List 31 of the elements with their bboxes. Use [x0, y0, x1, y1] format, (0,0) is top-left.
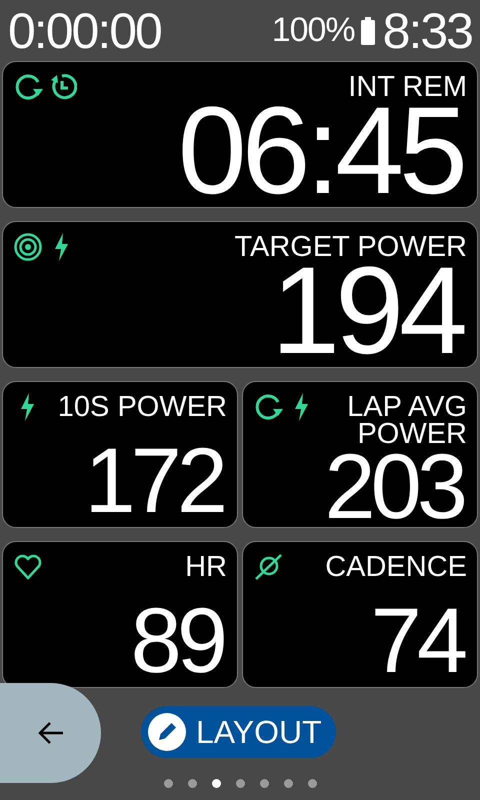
field-label: 10S POWER [58, 390, 227, 421]
lap-arrow-icon [253, 392, 283, 422]
page-dot[interactable] [260, 779, 268, 788]
elapsed-time: 0:00:00 [8, 2, 162, 60]
layout-button[interactable]: LAYOUT [141, 706, 336, 758]
field-value: 89 [130, 602, 224, 681]
field-value: 06:45 [178, 98, 463, 205]
back-button[interactable] [0, 683, 101, 783]
field-label: TARGET POWER [234, 230, 467, 261]
battery-percent: 100% [272, 11, 355, 50]
field-label: HR [185, 550, 227, 581]
field-label: CADENCE [325, 550, 467, 581]
page-dot[interactable] [236, 779, 244, 788]
field-value: 203 [324, 448, 464, 527]
pencil-icon [148, 713, 186, 751]
lap-arrow-icon [13, 72, 43, 102]
clock-time: 8:33 [382, 2, 472, 60]
page-dot[interactable] [308, 779, 316, 788]
page-dot[interactable] [164, 779, 172, 788]
field-value: 172 [84, 442, 224, 521]
page-dot[interactable] [188, 779, 196, 788]
battery-icon [360, 16, 375, 44]
crank-icon [253, 552, 283, 582]
field-value: 194 [271, 258, 464, 365]
field-value: 74 [370, 602, 464, 681]
field-label: INT REM [348, 70, 467, 101]
heart-icon [13, 552, 43, 582]
field-label: LAP AVG POWER [346, 390, 467, 448]
target-icon [13, 232, 43, 262]
page-dot[interactable] [284, 779, 292, 788]
page-dot[interactable] [212, 779, 220, 788]
